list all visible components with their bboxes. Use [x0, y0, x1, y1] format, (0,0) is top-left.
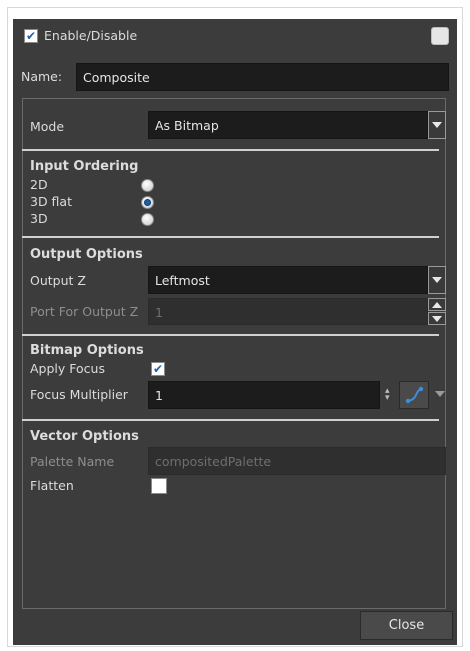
separator [22, 334, 439, 336]
ordering-3d-radio[interactable] [141, 213, 154, 226]
apply-focus-label: Apply Focus [30, 361, 105, 376]
chevron-up-icon [432, 301, 442, 308]
port-output-z-label: Port For Output Z [30, 304, 139, 319]
apply-focus-checkbox[interactable]: ✔ [151, 362, 165, 376]
chevron-down-icon [432, 277, 442, 283]
chevron-down-icon [432, 122, 442, 128]
name-field[interactable]: Composite [76, 63, 449, 91]
palette-name-label: Palette Name [30, 454, 115, 469]
output-z-dropdown[interactable]: Leftmost [148, 266, 428, 294]
bitmap-options-heading: Bitmap Options [30, 343, 144, 358]
stepper-up-button[interactable] [428, 298, 446, 311]
input-ordering-heading: Input Ordering [30, 159, 139, 174]
ordering-2d-radio[interactable] [141, 179, 154, 192]
output-z-label: Output Z [30, 273, 86, 288]
flatten-label: Flatten [30, 478, 74, 493]
ordering-3d-flat-radio[interactable] [141, 196, 154, 209]
stepper-down-button[interactable] [428, 312, 446, 325]
enable-label: Enable/Disable [44, 28, 138, 43]
spin-arrows-icon[interactable]: ▴ ▾ [385, 387, 390, 403]
separator [22, 236, 439, 238]
focus-multiplier-field[interactable]: 1 [148, 381, 380, 409]
ordering-3d-flat-label: 3D flat [30, 194, 72, 209]
checkmark-icon: ✔ [152, 362, 164, 376]
port-output-z-field[interactable]: 1 [148, 298, 428, 325]
chevron-down-icon [432, 315, 442, 322]
color-swatch-button[interactable] [431, 27, 449, 45]
enable-checkbox[interactable]: ✔ [24, 29, 38, 43]
port-stepper[interactable] [428, 298, 446, 325]
mode-dropdown[interactable]: As Bitmap [148, 111, 428, 139]
close-button[interactable]: Close [360, 611, 453, 640]
name-label: Name: [21, 69, 63, 84]
palette-name-field[interactable]: compositedPalette [148, 447, 446, 475]
function-curve-button[interactable] [399, 381, 429, 409]
ordering-3d-label: 3D [30, 211, 48, 226]
output-options-heading: Output Options [30, 247, 143, 262]
chevron-down-icon [435, 391, 445, 397]
composite-properties-dialog: ✔ Enable/Disable Name: Composite Mode As… [13, 19, 457, 645]
vector-options-heading: Vector Options [30, 429, 139, 444]
function-curve-icon [405, 386, 424, 404]
checkmark-icon: ✔ [25, 29, 37, 43]
mode-label: Mode [30, 119, 65, 134]
separator [22, 419, 439, 421]
function-dropdown-arrow[interactable] [435, 391, 445, 397]
ordering-2d-label: 2D [30, 177, 48, 192]
mode-dropdown-button[interactable] [428, 111, 446, 139]
separator [22, 149, 439, 151]
flatten-checkbox[interactable] [151, 478, 167, 494]
output-z-dropdown-button[interactable] [428, 266, 446, 294]
focus-multiplier-label: Focus Multiplier [30, 387, 128, 402]
